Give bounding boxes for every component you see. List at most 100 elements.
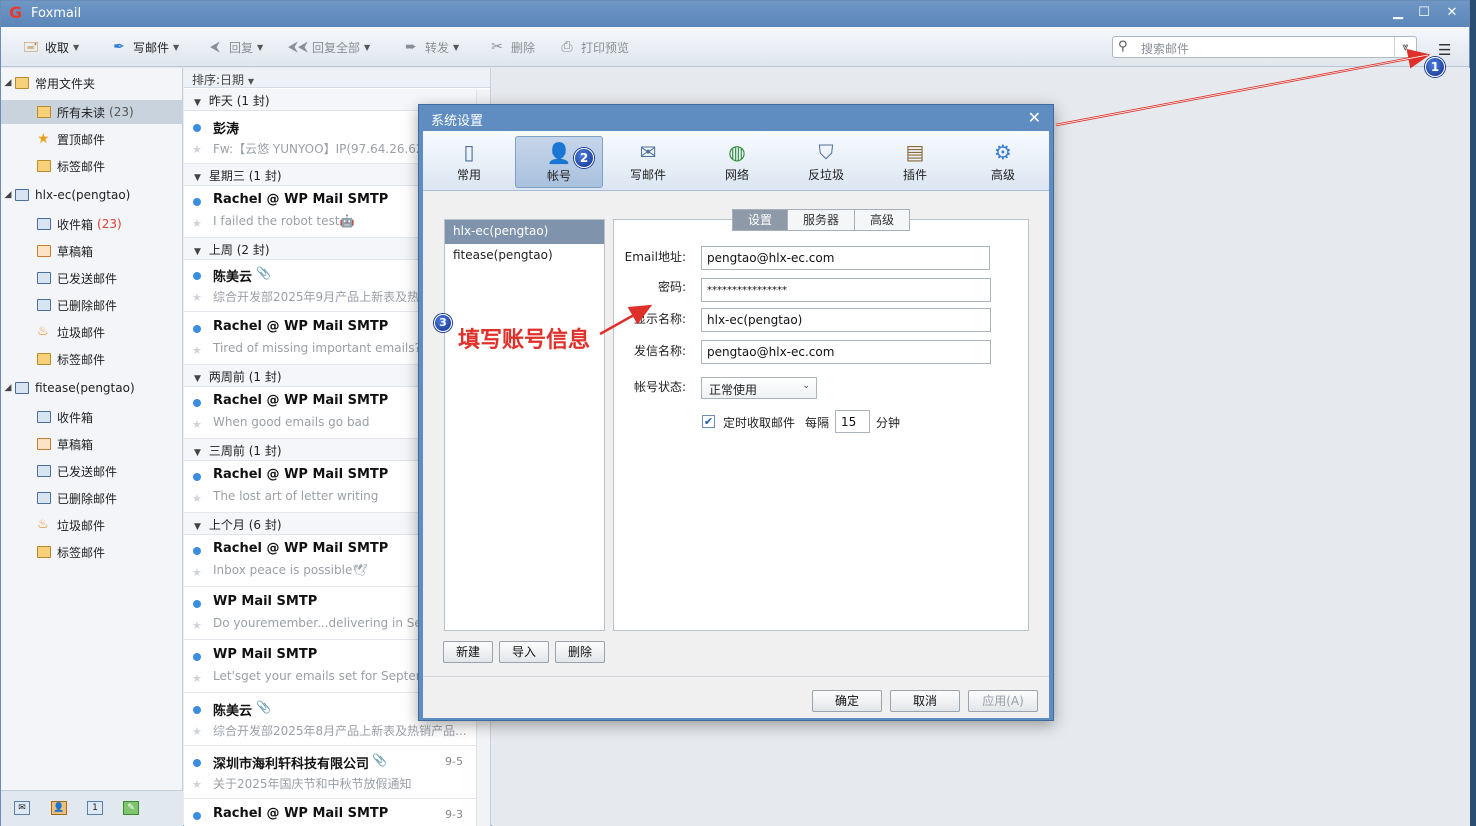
collapse-triangle-icon[interactable]: ▼ [194, 374, 201, 384]
folder-inbox[interactable]: 收件箱 (23) [1, 212, 183, 236]
mail-date: 9-5 [445, 755, 463, 768]
reply-button[interactable]: ⮜ 回复 ▼ [205, 37, 263, 57]
folder-junk[interactable]: ♨ 垃圾邮件 [1, 320, 183, 344]
folder-drafts[interactable]: 草稿箱 [1, 239, 183, 263]
tab-general[interactable]: ▯ 常用 [425, 136, 513, 188]
expand-triangle-icon[interactable]: ◢ [1, 190, 15, 200]
password-field[interactable]: **************** [701, 278, 991, 302]
star-icon[interactable]: ★ [192, 143, 202, 156]
folder-sent[interactable]: 已发送邮件 [1, 459, 183, 483]
sender-name-field[interactable]: pengtao@hlx-ec.com [701, 340, 991, 364]
maximize-icon[interactable]: ☐ [1415, 5, 1433, 21]
apply-button[interactable]: 应用(A) [968, 690, 1038, 712]
subtab-advanced[interactable]: 高级 [854, 209, 911, 231]
sort-label: 排序:日期 [192, 73, 245, 87]
interval-input[interactable]: 15 [835, 410, 870, 433]
new-account-button[interactable]: 新建 [443, 641, 493, 663]
chevron-down-icon[interactable]: ▼ [257, 43, 263, 52]
compose-button[interactable]: ✒ 写邮件 ▼ [109, 37, 179, 57]
chevron-down-icon[interactable]: ▼ [173, 43, 179, 52]
star-icon[interactable]: ★ [192, 418, 202, 431]
folder-sent[interactable]: 已发送邮件 [1, 266, 183, 290]
auto-fetch-checkbox[interactable]: ✔ [702, 415, 715, 428]
expand-triangle-icon[interactable]: ◢ [1, 383, 15, 393]
account-label: fitease(pengtao) [35, 381, 135, 395]
main-menu-icon[interactable]: ☰ [1438, 41, 1451, 59]
account-status-select[interactable]: 正常使用 ⌄ [701, 377, 817, 399]
sort-bar[interactable]: 排序:日期 ▼ [184, 68, 490, 88]
folder-drafts[interactable]: 草稿箱 [1, 432, 183, 456]
collapse-triangle-icon[interactable]: ▼ [194, 98, 201, 108]
tab-plugins[interactable]: ▤ 插件 [871, 136, 959, 188]
folder-inbox[interactable]: 收件箱 [1, 405, 183, 429]
receive-button[interactable]: 🖃 收取 ▼ [21, 37, 79, 57]
expand-triangle-icon[interactable]: ◢ [1, 78, 15, 88]
delete-account-button[interactable]: 删除 [555, 641, 605, 663]
calendar-icon[interactable]: 1 [87, 801, 103, 815]
mail-item[interactable]: Rachel @ WP Mail SMTP 9-3 [184, 800, 490, 826]
cancel-button[interactable]: 取消 [890, 690, 960, 712]
star-icon[interactable]: ★ [192, 725, 202, 738]
display-name-field[interactable]: hlx-ec(pengtao) [701, 308, 991, 332]
folder-deleted[interactable]: 已删除邮件 [1, 486, 183, 510]
star-icon[interactable]: ★ [192, 344, 202, 357]
chevron-down-icon[interactable]: ▼ [453, 43, 459, 52]
tab-compose[interactable]: ✉ 写邮件 [604, 136, 692, 188]
star-icon[interactable]: ★ [192, 672, 202, 685]
delete-button[interactable]: ✂ 删除 [487, 37, 535, 57]
mail-view-icon[interactable]: ✉ [14, 801, 30, 815]
account-list-item[interactable]: fitease(pengtao) [445, 244, 604, 268]
star-icon[interactable]: ★ [192, 619, 202, 632]
star-icon[interactable]: ★ [192, 291, 202, 304]
subtab-server[interactable]: 服务器 [787, 209, 855, 231]
email-field[interactable]: pengtao@hlx-ec.com [701, 246, 990, 270]
account-fitease[interactable]: ◢ fitease(pengtao) [1, 376, 183, 400]
tab-advanced[interactable]: ⚙ 高级 [959, 136, 1047, 188]
search-options-chevron-icon[interactable]: ⩔ [1394, 37, 1416, 57]
folder-tagged[interactable]: 标签邮件 [1, 540, 183, 564]
collapse-triangle-icon[interactable]: ▼ [194, 448, 201, 458]
subtab-settings[interactable]: 设置 [732, 209, 788, 231]
folder-tagged[interactable]: 标签邮件 [1, 154, 183, 178]
import-account-button[interactable]: 导入 [499, 641, 549, 663]
account-list-item[interactable]: hlx-ec(pengtao) [445, 220, 604, 244]
star-icon[interactable]: ★ [192, 492, 202, 505]
folder-all-unread[interactable]: 所有未读 (23) [1, 100, 183, 124]
account-hlx-ec[interactable]: ◢ hlx-ec(pengtao) [1, 183, 183, 207]
search-input[interactable]: 搜索邮件 [1141, 40, 1189, 57]
ok-button[interactable]: 确定 [812, 690, 882, 712]
folder-pinned[interactable]: ★ 置顶邮件 [1, 127, 183, 151]
chevron-down-icon[interactable]: ▼ [364, 43, 370, 52]
search-box[interactable]: ⚲ 搜索邮件 ⩔ [1112, 36, 1417, 58]
dialog-close-icon[interactable]: ✕ [1028, 108, 1041, 127]
tab-anti-spam[interactable]: ⛉ 反垃圾 [782, 136, 870, 188]
close-window-icon[interactable]: ✕ [1443, 5, 1461, 21]
folder-group-common[interactable]: ◢ 常用文件夹 [1, 71, 183, 95]
shield-check-icon: ⛉ [818, 140, 834, 164]
collapse-triangle-icon[interactable]: ▼ [194, 247, 201, 257]
forward-button[interactable]: ➨ 转发 ▼ [401, 37, 459, 57]
folder-deleted[interactable]: 已删除邮件 [1, 293, 183, 317]
mail-item[interactable]: ★ 深圳市海利轩科技有限公司 📎 9-5 关于2025年国庆节和中秋节放假通知 [184, 747, 490, 799]
account-icon [15, 189, 29, 201]
collapse-triangle-icon[interactable]: ▼ [194, 522, 201, 532]
reply-all-button[interactable]: ⮜⮜ 回复全部 ▼ [288, 37, 370, 57]
star-icon[interactable]: ★ [192, 566, 202, 579]
chevron-down-icon[interactable]: ⌄ [802, 381, 810, 391]
folder-junk[interactable]: ♨ 垃圾邮件 [1, 513, 183, 537]
print-preview-button[interactable]: ⎙ 打印预览 [557, 37, 629, 57]
chevron-down-icon[interactable]: ▼ [73, 43, 79, 52]
contacts-icon[interactable]: 👤 [51, 801, 67, 815]
minimize-icon[interactable]: ▁ [1389, 5, 1407, 21]
step-badge-2: 2 [574, 148, 594, 168]
star-icon[interactable]: ★ [192, 217, 202, 230]
folder-tagged[interactable]: 标签邮件 [1, 347, 183, 371]
attachment-paperclip-icon: 📎 [256, 700, 271, 714]
chevron-down-icon[interactable]: ▼ [248, 77, 254, 86]
star-icon[interactable]: ★ [192, 778, 202, 791]
collapse-triangle-icon[interactable]: ▼ [194, 173, 201, 183]
folder-label: 垃圾邮件 [57, 518, 106, 533]
tab-network[interactable]: ◍ 网络 [693, 136, 781, 188]
tag-folder-icon [37, 546, 51, 558]
notes-icon[interactable]: ✎ [123, 801, 139, 815]
